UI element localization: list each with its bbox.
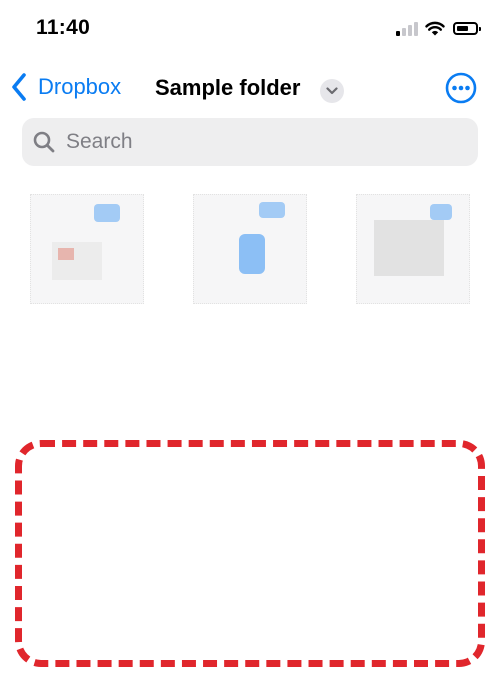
screen: 11:40 Dropbox Sample folder [0, 0, 500, 677]
search-input[interactable] [64, 129, 448, 155]
search-icon [33, 131, 55, 153]
status-icons [396, 20, 481, 36]
title-dropdown-button[interactable] [320, 79, 344, 103]
file-item[interactable] [12, 190, 162, 430]
more-options-button[interactable] [445, 72, 477, 104]
status-bar: 11:40 [0, 0, 500, 60]
navigation-bar: Dropbox Sample folder [0, 66, 500, 110]
back-button[interactable]: Dropbox [10, 72, 121, 102]
search-bar[interactable] [22, 118, 478, 166]
chevron-left-icon [12, 73, 26, 101]
status-time: 11:40 [36, 16, 91, 39]
file-thumbnail [185, 190, 315, 308]
cellular-signal-icon [396, 20, 418, 36]
file-thumbnail [22, 190, 152, 308]
battery-icon [453, 21, 481, 35]
file-thumbnail [348, 190, 478, 308]
back-label: Dropbox [38, 74, 122, 99]
chevron-down-icon [326, 87, 338, 95]
file-item[interactable] [338, 190, 488, 430]
highlighted-empty-region [15, 440, 485, 667]
page-title: Sample folder [155, 75, 301, 100]
wifi-icon [425, 21, 445, 36]
file-item[interactable] [175, 190, 325, 430]
